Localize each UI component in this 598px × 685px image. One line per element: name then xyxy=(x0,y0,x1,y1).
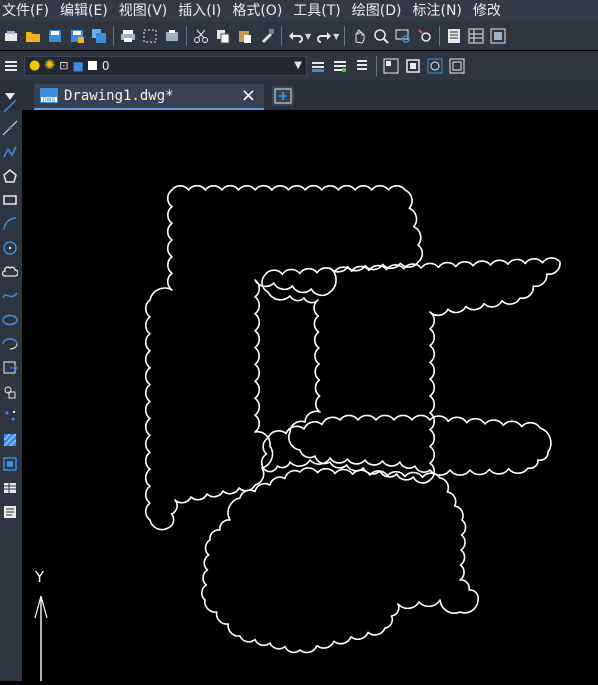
ellipse-arc-icon[interactable] xyxy=(2,336,18,352)
zoom-window-icon[interactable] xyxy=(393,26,413,46)
layer-manager-icon[interactable] xyxy=(1,56,21,76)
lightbulb-icon[interactable]: ● xyxy=(29,58,40,73)
menu-tools[interactable]: 工具(T) xyxy=(291,0,349,22)
arc-icon[interactable] xyxy=(2,216,18,232)
toolbar-separator xyxy=(376,55,377,76)
polyline-icon[interactable] xyxy=(2,144,18,160)
layer-previous-icon[interactable] xyxy=(330,56,350,76)
toolbar-separator xyxy=(113,26,114,46)
construction-line-icon[interactable] xyxy=(2,120,18,136)
menu-dimension[interactable]: 标注(N) xyxy=(411,0,471,22)
menu-insert[interactable]: 插入(I) xyxy=(176,0,230,22)
copy-icon[interactable] xyxy=(213,26,233,46)
menu-draw[interactable]: 绘图(D) xyxy=(350,0,411,22)
drawing-canvas[interactable]: Y X xyxy=(22,110,598,685)
dwg-file-icon: DWG xyxy=(40,88,60,104)
ucs-y-label: Y xyxy=(34,568,45,586)
redo-dropdown-icon[interactable]: ▼ xyxy=(333,32,339,41)
revision-cloud-bottom[interactable] xyxy=(201,467,479,654)
paste-icon[interactable] xyxy=(235,26,255,46)
toolbar-separator xyxy=(281,26,282,46)
new-file-icon[interactable] xyxy=(1,26,21,46)
print-icon[interactable] xyxy=(118,26,138,46)
gradient-icon[interactable] xyxy=(2,456,18,472)
circle-icon[interactable] xyxy=(2,240,18,256)
save-icon[interactable] xyxy=(45,26,65,46)
save-as-icon[interactable] xyxy=(67,26,87,46)
menu-format[interactable]: 格式(O) xyxy=(230,0,291,22)
hatch-icon[interactable] xyxy=(2,432,18,448)
multiline-text-icon[interactable] xyxy=(2,504,18,520)
redo-icon[interactable] xyxy=(314,26,334,46)
revision-cloud-horizontal[interactable] xyxy=(260,414,552,476)
design-center-icon[interactable] xyxy=(466,26,486,46)
menu-edit[interactable]: 编辑(E) xyxy=(58,0,117,22)
draw-toolbar xyxy=(0,99,22,681)
toolbar-separator xyxy=(344,26,346,46)
toolbar-separator xyxy=(439,26,441,46)
new-tab-button[interactable] xyxy=(272,86,294,106)
insert-block-icon[interactable] xyxy=(2,360,18,376)
standard-toolbar: ▼ ▼ xyxy=(0,22,598,50)
current-layer-name: 0 xyxy=(101,58,110,73)
match-properties-icon[interactable] xyxy=(257,26,277,46)
point-icon[interactable] xyxy=(2,408,18,424)
make-block-icon[interactable] xyxy=(2,384,18,400)
revision-cloud-icon[interactable] xyxy=(1,264,19,280)
viewport-object-icon[interactable] xyxy=(447,56,467,76)
revision-cloud-drawing: Y X xyxy=(34,184,561,685)
properties-palette-icon[interactable] xyxy=(444,26,464,46)
ucs-icon: Y X xyxy=(34,568,156,685)
print-preview-icon[interactable] xyxy=(140,26,160,46)
layer-dropdown[interactable]: ● ✺ ⊡ ■ 0 ▼ xyxy=(24,55,307,76)
layer-color-swatch xyxy=(87,61,97,70)
tab-title: Drawing1.dwg* xyxy=(64,88,174,104)
undo-icon[interactable] xyxy=(286,26,306,46)
add-tab-icon xyxy=(274,88,292,104)
open-folder-icon[interactable] xyxy=(23,26,43,46)
batch-save-icon[interactable] xyxy=(89,26,109,46)
publish-icon[interactable] xyxy=(162,26,182,46)
close-icon[interactable]: × xyxy=(241,86,256,106)
unlock-icon[interactable]: ■ xyxy=(72,59,83,73)
zoom-previous-icon[interactable] xyxy=(415,26,435,46)
tool-palette-icon[interactable] xyxy=(488,26,508,46)
viewport-polygon-icon[interactable] xyxy=(425,56,445,76)
menu-modify[interactable]: 修改 xyxy=(471,0,510,22)
layout-icon[interactable] xyxy=(381,56,401,76)
menubar: 文件(F) 编辑(E) 视图(V) 插入(I) 格式(O) 工具(T) 绘图(D… xyxy=(0,0,598,22)
line-icon[interactable] xyxy=(2,98,18,114)
chevron-down-icon[interactable]: ▼ xyxy=(294,60,302,71)
sun-freeze-icon[interactable]: ✺ xyxy=(44,58,55,73)
tab-drawing1[interactable]: DWG Drawing1.dwg* × xyxy=(34,84,264,110)
svg-text:DWG: DWG xyxy=(43,98,56,104)
layer-states-icon[interactable] xyxy=(352,56,372,76)
layer-toolbar: ● ✺ ⊡ ■ 0 ▼ xyxy=(0,51,598,80)
zoom-realtime-icon[interactable] xyxy=(371,26,391,46)
viewport-single-icon[interactable] xyxy=(403,56,423,76)
rectangle-icon[interactable] xyxy=(2,192,18,208)
pan-hand-icon[interactable] xyxy=(349,26,369,46)
polygon-icon[interactable] xyxy=(2,168,18,184)
menu-file[interactable]: 文件(F) xyxy=(0,0,58,22)
menu-view[interactable]: 视图(V) xyxy=(117,0,177,22)
make-current-layer-icon[interactable] xyxy=(308,56,328,76)
toolbar-separator xyxy=(186,26,187,46)
ellipse-icon[interactable] xyxy=(2,312,18,328)
spline-icon[interactable] xyxy=(2,288,18,304)
cut-icon[interactable] xyxy=(191,26,211,46)
undo-dropdown-icon[interactable]: ▼ xyxy=(305,32,311,41)
table-icon[interactable] xyxy=(2,480,18,496)
viewport-icon[interactable]: ⊡ xyxy=(59,59,68,72)
